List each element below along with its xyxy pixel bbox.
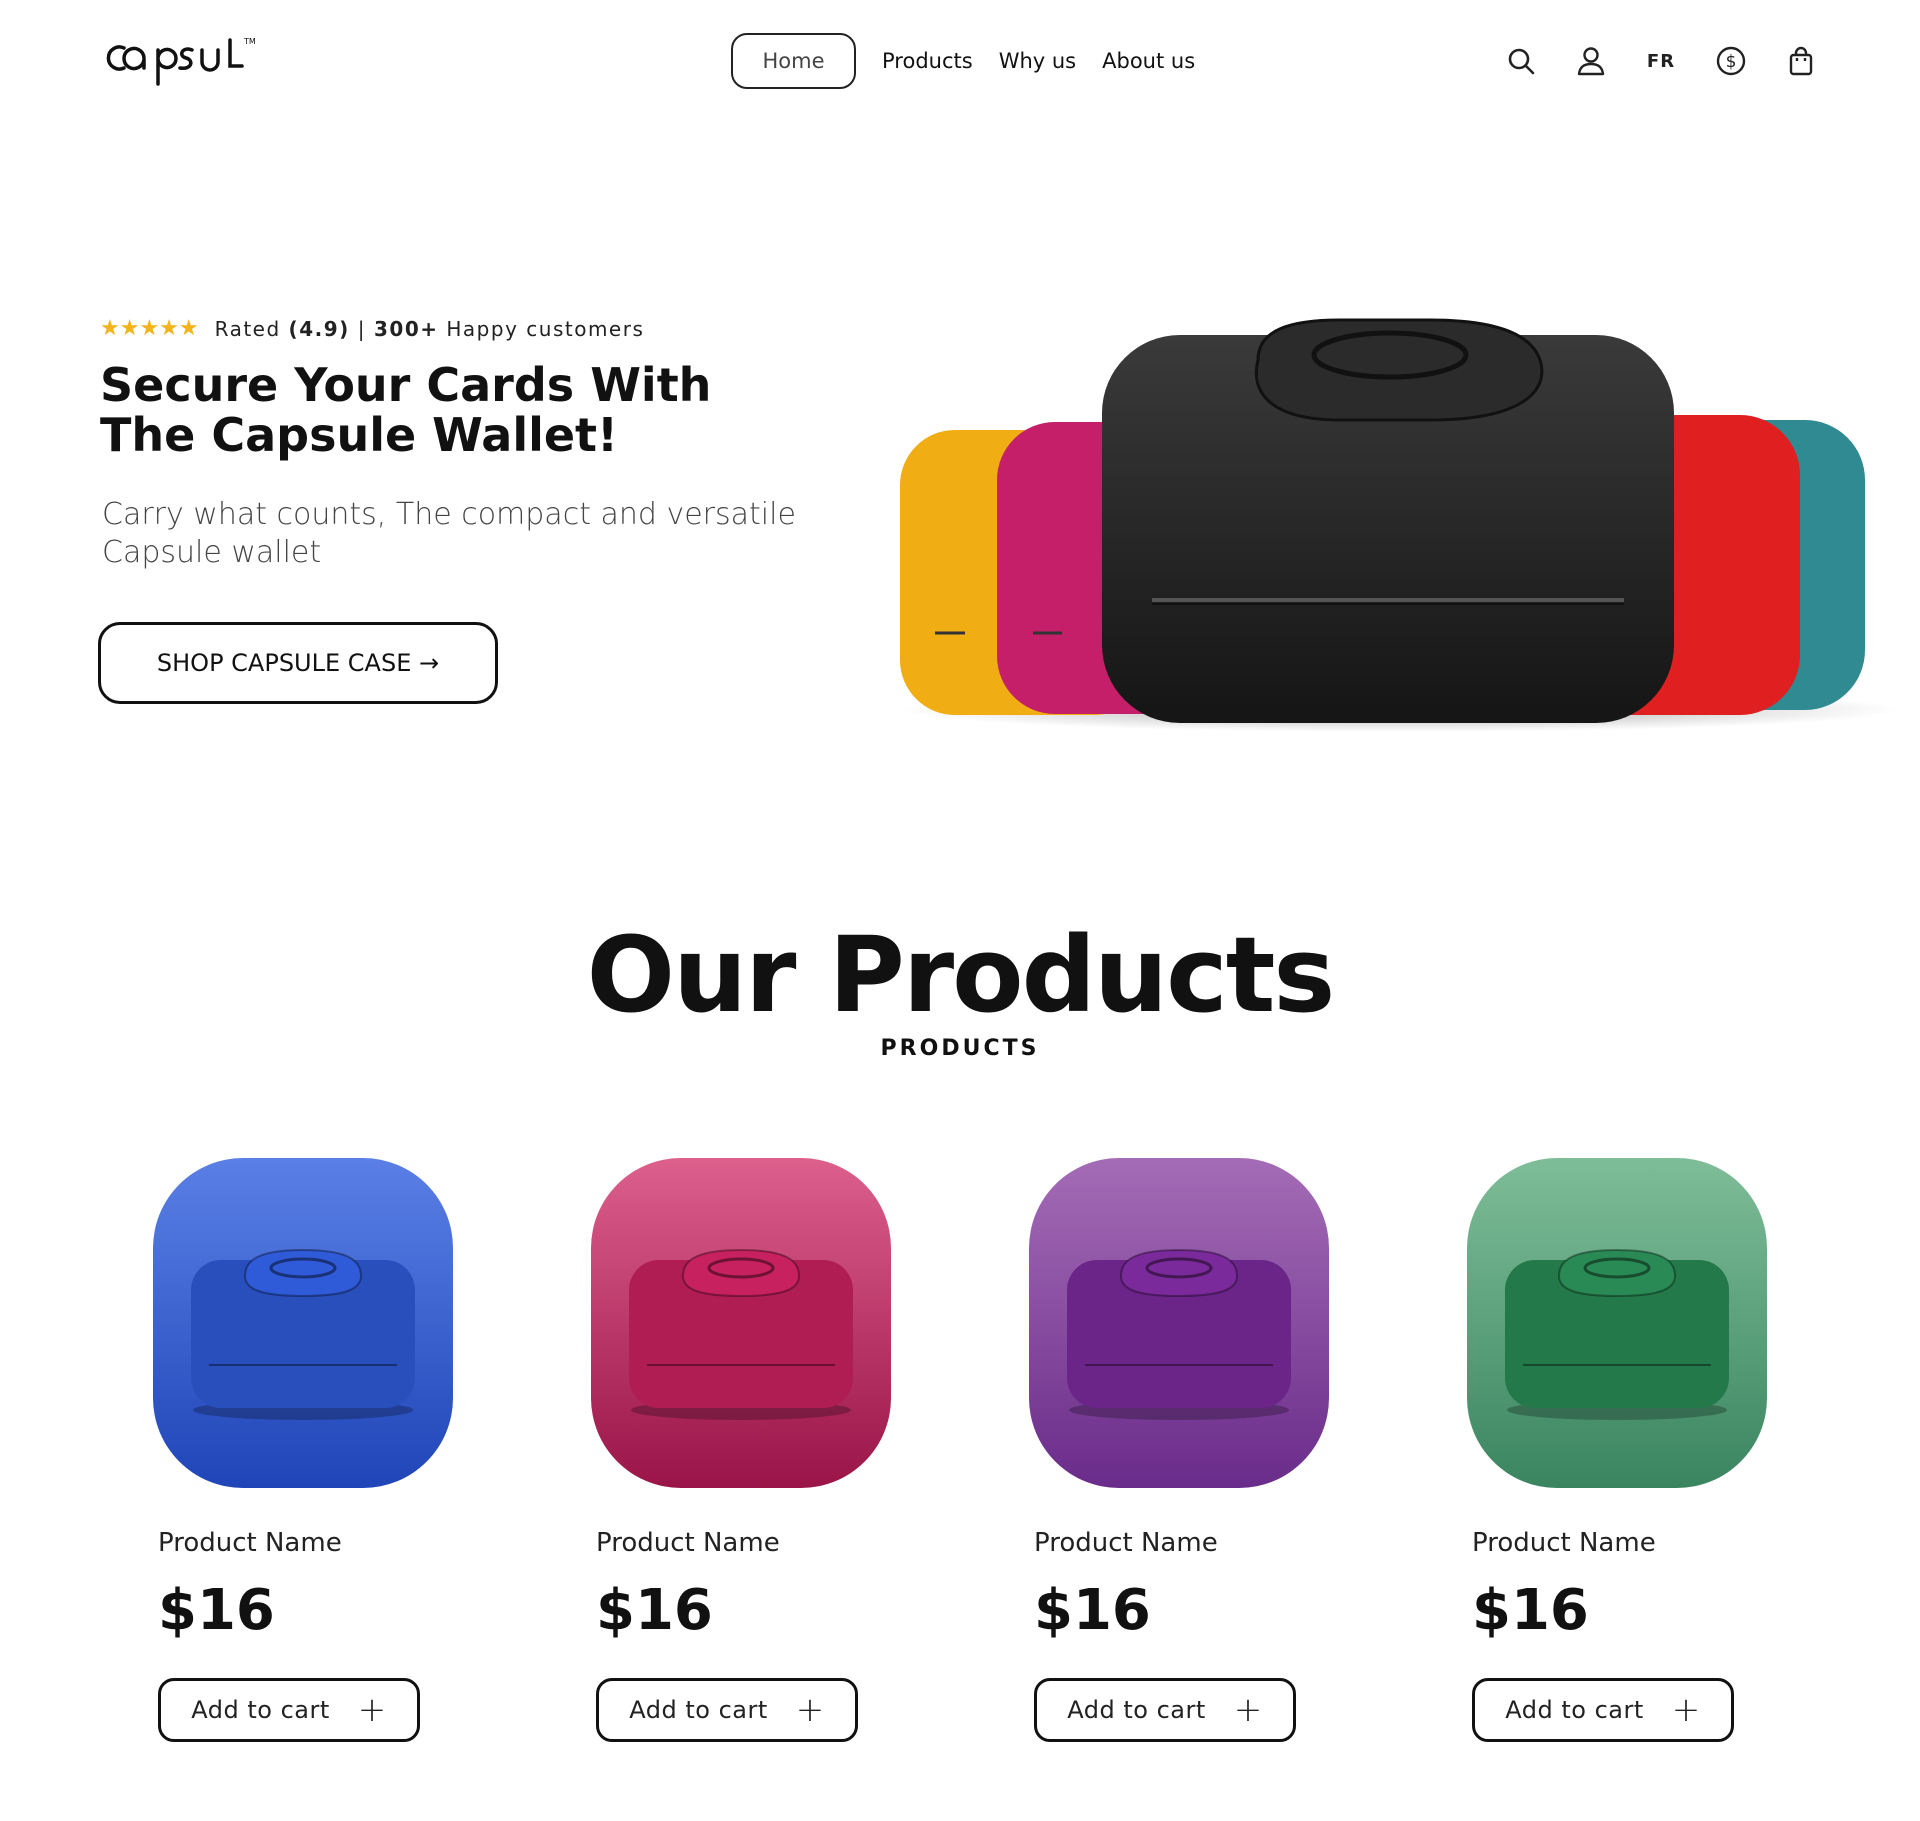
- section-title: Our Products: [586, 914, 1336, 1036]
- search-icon[interactable]: [1500, 40, 1542, 82]
- hero-rating: ★★★★★ Rated (4.9) | 300+ Happy customers: [100, 316, 644, 341]
- add-to-cart-label: Add to cart: [191, 1696, 330, 1724]
- add-to-cart-button[interactable]: Add to cart +: [596, 1678, 858, 1742]
- product-image[interactable]: [591, 1158, 891, 1488]
- wallet-illustration: [591, 1158, 891, 1488]
- product-image[interactable]: [1029, 1158, 1329, 1488]
- product-price: $16: [1472, 1578, 1589, 1643]
- add-to-cart-label: Add to cart: [629, 1696, 768, 1724]
- plus-icon: +: [1671, 1690, 1701, 1730]
- nav-home[interactable]: Home: [731, 33, 856, 89]
- cart-icon[interactable]: [1780, 40, 1822, 82]
- add-to-cart-button[interactable]: Add to cart +: [1472, 1678, 1734, 1742]
- site-header: TM Home Products Why us About us FR $: [0, 0, 1920, 125]
- product-name[interactable]: Product Name: [1472, 1528, 1656, 1558]
- add-to-cart-label: Add to cart: [1505, 1696, 1644, 1724]
- product-name[interactable]: Product Name: [1034, 1528, 1218, 1558]
- product-card[interactable]: Product Name $16 Add to cart +: [1029, 1158, 1329, 1748]
- rating-stars-icon: ★★★★★: [100, 316, 199, 341]
- user-icon[interactable]: [1570, 40, 1612, 82]
- wallet-illustration: [1467, 1158, 1767, 1488]
- svg-text:TM: TM: [243, 37, 256, 46]
- add-to-cart-button[interactable]: Add to cart +: [158, 1678, 420, 1742]
- logo[interactable]: TM: [100, 28, 290, 88]
- customers-count: 300+: [374, 316, 439, 341]
- nav-why-us[interactable]: Why us: [999, 49, 1076, 73]
- language-label: FR: [1646, 50, 1676, 72]
- wallet-illustration: [1029, 1158, 1329, 1488]
- rating-separator: |: [357, 316, 367, 341]
- hero-product-image: [870, 310, 1920, 740]
- product-grid: Product Name $16 Add to cart + Product N…: [0, 1158, 1920, 1758]
- language-switch[interactable]: FR: [1640, 40, 1682, 82]
- add-to-cart-label: Add to cart: [1067, 1696, 1206, 1724]
- add-to-cart-button[interactable]: Add to cart +: [1034, 1678, 1296, 1742]
- shop-capsule-case-button[interactable]: SHOP CAPSULE CASE →: [98, 622, 498, 704]
- product-card[interactable]: Product Name $16 Add to cart +: [591, 1158, 891, 1748]
- plus-icon: +: [357, 1690, 387, 1730]
- hero-title: Secure Your Cards With The Capsule Walle…: [100, 358, 712, 462]
- product-card[interactable]: Product Name $16 Add to cart +: [1467, 1158, 1767, 1748]
- nav-about-us[interactable]: About us: [1102, 49, 1195, 73]
- currency-icon[interactable]: $: [1710, 40, 1752, 82]
- product-name[interactable]: Product Name: [596, 1528, 780, 1558]
- plus-icon: +: [1233, 1690, 1263, 1730]
- wallet-illustration: [153, 1158, 453, 1488]
- capsul-logo-icon: TM: [106, 37, 256, 86]
- product-price: $16: [1034, 1578, 1151, 1643]
- rating-prefix: Rated: [214, 316, 281, 341]
- main-nav: Home Products Why us About us: [731, 33, 1221, 89]
- svg-text:$: $: [1726, 52, 1737, 72]
- product-price: $16: [596, 1578, 713, 1643]
- rating-value: (4.9): [288, 316, 350, 341]
- hero-subtitle: Carry what counts, The compact and versa…: [102, 497, 796, 570]
- section-subtitle: PRODUCTS: [880, 1036, 1040, 1061]
- product-image[interactable]: [153, 1158, 453, 1488]
- customers-label: Happy customers: [446, 316, 645, 341]
- nav-products[interactable]: Products: [882, 49, 973, 73]
- product-name[interactable]: Product Name: [158, 1528, 342, 1558]
- header-actions: FR $: [1500, 40, 1850, 82]
- product-card[interactable]: Product Name $16 Add to cart +: [153, 1158, 453, 1748]
- plus-icon: +: [795, 1690, 825, 1730]
- product-image[interactable]: [1467, 1158, 1767, 1488]
- product-price: $16: [158, 1578, 275, 1643]
